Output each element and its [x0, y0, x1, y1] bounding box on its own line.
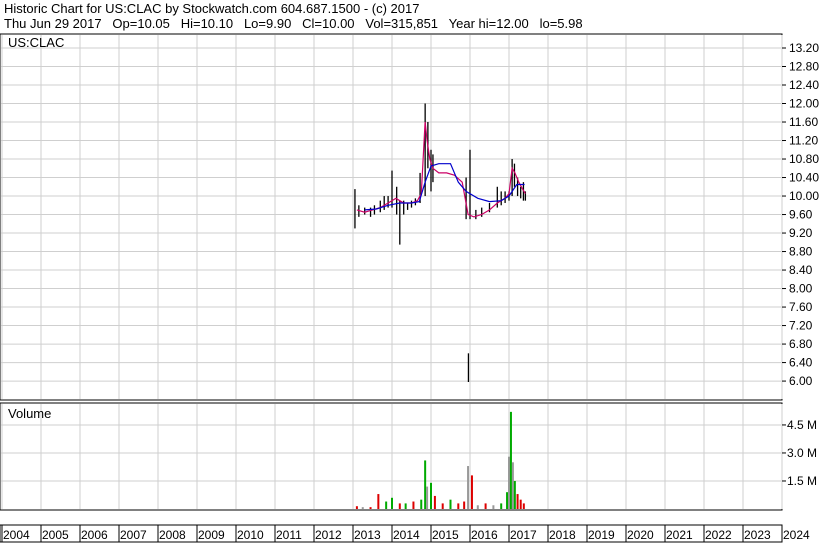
volume-bar [420, 499, 423, 509]
volume-bar [369, 507, 372, 509]
volume-bar [412, 501, 415, 509]
volume-bar [522, 503, 525, 509]
year-label: 2007 [120, 528, 147, 542]
volume-bar [463, 501, 466, 509]
price-tick-label: 10.80 [789, 152, 819, 166]
volume-bar [430, 482, 432, 509]
volume-bar [385, 501, 388, 509]
year-label: 2022 [705, 528, 732, 542]
year-label: 2015 [432, 528, 459, 542]
volume-axis: 4.5 M 3.0 M 1.5 M [782, 418, 817, 488]
volume-bar [398, 503, 401, 509]
volume-tick-label: 1.5 M [787, 474, 817, 488]
year-label: 2020 [627, 528, 654, 542]
volume-bar [513, 480, 516, 509]
price-tick-label: 6.00 [789, 374, 813, 388]
year-label: 2018 [549, 528, 576, 542]
volume-tick-label: 3.0 M [787, 446, 817, 460]
price-tick-label: 7.60 [789, 300, 813, 314]
year-label: 2004 [3, 528, 30, 542]
volume-bar [424, 460, 427, 509]
price-tick-label: 8.80 [789, 245, 813, 259]
price-tick-label: 12.40 [789, 78, 819, 92]
volume-bar [500, 503, 503, 509]
volume-bar [476, 505, 479, 509]
price-tick-label: 9.20 [789, 226, 813, 240]
year-label: 2014 [393, 528, 420, 542]
year-label: 2016 [471, 528, 498, 542]
volume-bar [404, 503, 407, 509]
volume-label: Volume [8, 406, 51, 421]
volume-bar [506, 492, 509, 509]
year-label: 2006 [81, 528, 108, 542]
volume-bar [508, 456, 510, 509]
price-tick-label: 12.80 [789, 60, 819, 74]
year-labels: 2004 2005 2006 2007 2008 2009 2010 2011 2012 2013… [1, 525, 810, 542]
volume-bar [457, 503, 460, 509]
volume-bar [467, 466, 470, 509]
volume-bar [391, 497, 393, 509]
price-axis: 13.20 12.80 12.40 12.00 11.60 11.20 10.80 10.40… [782, 41, 819, 388]
price-tick-label: 11.20 [789, 134, 818, 148]
year-label: 2024 [783, 528, 810, 542]
year-label: 2023 [744, 528, 771, 542]
year-label: 2005 [42, 528, 69, 542]
price-tick-label: 6.40 [789, 356, 813, 370]
volume-bar [426, 486, 429, 509]
volume-bar [519, 499, 522, 509]
volume-bar [361, 507, 364, 509]
year-label: 2019 [588, 528, 615, 542]
volume-bar [433, 495, 436, 509]
price-tick-label: 6.80 [789, 337, 813, 351]
price-tick-label: 10.00 [789, 189, 819, 203]
year-label: 2012 [315, 528, 342, 542]
volume-bar [484, 503, 487, 509]
volume-bar [492, 505, 495, 509]
year-label: 2010 [237, 528, 264, 542]
year-label: 2011 [276, 528, 302, 542]
year-label: 2008 [159, 528, 186, 542]
year-label: 2009 [198, 528, 225, 542]
stock-chart: 13.20 12.80 12.40 12.00 11.60 11.20 10.80 10.40… [0, 33, 819, 543]
year-label: 2013 [354, 528, 381, 542]
volume-bar [470, 475, 473, 509]
price-tick-label: 12.00 [789, 97, 819, 111]
price-tick-label: 11.60 [789, 115, 818, 129]
price-tick-label: 8.40 [789, 263, 813, 277]
volume-bar [516, 494, 519, 509]
volume-bar [377, 494, 380, 509]
price-tick-label: 8.00 [789, 282, 813, 296]
volume-tick-label: 4.5 M [787, 418, 817, 432]
symbol-label: US:CLAC [8, 35, 64, 50]
volume-bar [441, 503, 444, 509]
price-tick-label: 10.40 [789, 171, 819, 185]
volume-bar [511, 462, 514, 509]
year-label: 2017 [510, 528, 537, 542]
price-tick-label: 7.20 [789, 319, 813, 333]
price-tick-label: 9.60 [789, 208, 813, 222]
year-label: 2021 [666, 528, 693, 542]
price-tick-label: 13.20 [789, 41, 819, 55]
volume-bar [509, 411, 512, 509]
volume-bar [449, 499, 452, 509]
volume-bar [355, 506, 358, 509]
